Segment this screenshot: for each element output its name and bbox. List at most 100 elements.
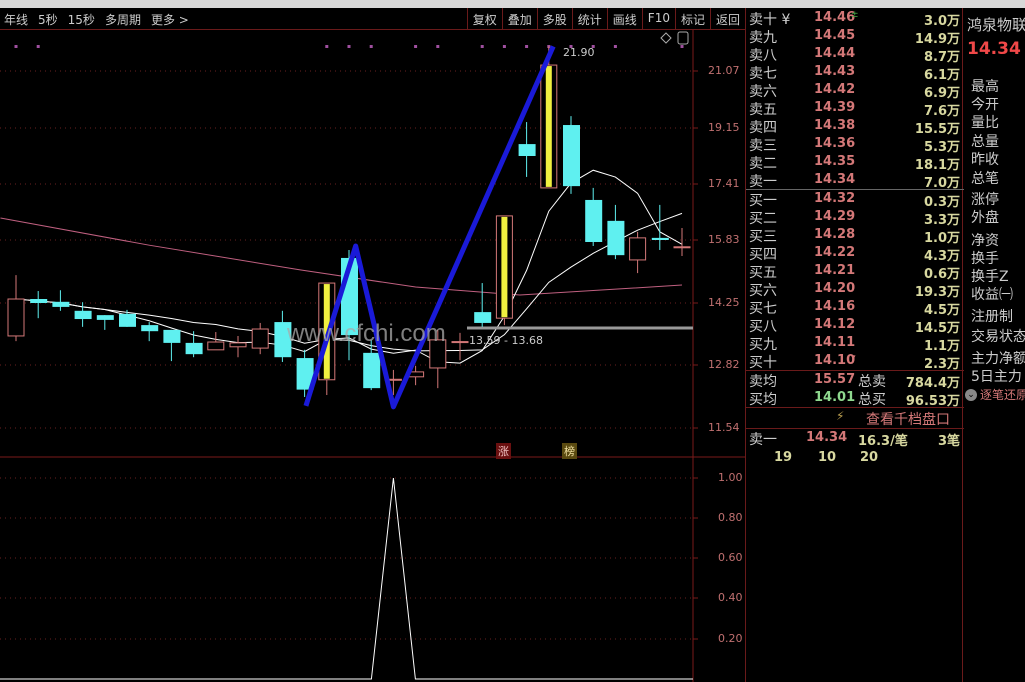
indicator-tick: 1.00 [718, 471, 743, 484]
tick-replay-label: 逐笔还原 [980, 388, 1025, 402]
divider [746, 407, 964, 408]
info-label: 交易状态 [971, 329, 1025, 345]
candle-body-down [74, 310, 92, 320]
candle-body-down [518, 144, 536, 156]
level-price: 14.46 [814, 10, 856, 25]
candle-body-down [141, 325, 159, 332]
level-price: 14.35 [814, 154, 856, 169]
sell-level[interactable]: 卖一 14.34 7.0万 [746, 171, 964, 191]
sell-level[interactable]: 卖九 14.45 14.9万 [746, 27, 964, 47]
level-price: 14.20 [814, 281, 856, 296]
candle-body-down [563, 125, 580, 187]
value: 10 [818, 450, 837, 465]
sell-level[interactable]: 卖六 14.42 6.9万 [746, 81, 964, 101]
depth-link[interactable]: ⚡ 查看千档盘口 [746, 409, 964, 428]
limit-up-fill [545, 66, 552, 187]
candle-body-down [163, 329, 181, 343]
value: 14.34 [806, 430, 848, 445]
info-label: 换手 [971, 251, 999, 267]
buy-level[interactable]: 买六 14.20 19.3万 [746, 280, 964, 300]
candle-body-down [96, 315, 114, 320]
level-label: 买六 [749, 283, 777, 299]
watermark: www.cfchi.com [287, 320, 446, 347]
tick-row: 卖一 14.34 16.3/笔 3笔 [746, 429, 964, 449]
sell-level[interactable]: 卖四 14.38 15.5万 [746, 117, 964, 137]
sell-level[interactable]: 卖八 14.44 8.7万 [746, 45, 964, 65]
level-label: 卖七 [749, 66, 777, 82]
level-price: 14.42 [814, 82, 856, 97]
sell-level[interactable]: 卖二 14.35 18.1万 [746, 153, 964, 173]
info-label: 注册制 [971, 309, 1013, 325]
candle-body-down [585, 199, 603, 242]
candle-body-up [629, 237, 647, 261]
triangle-down-icon: ▾ [851, 353, 856, 363]
level-label: 卖一 [749, 174, 777, 190]
info-label: 外盘 [971, 210, 999, 226]
candle-body-down [474, 312, 492, 323]
chevron-down-icon: ⌄ [965, 388, 977, 401]
marker-dot [14, 45, 18, 48]
level-price: 14.12 [814, 317, 856, 332]
candle-body-up [451, 341, 469, 344]
marker-dot [436, 45, 440, 48]
limit-up-tag[interactable]: 涨 [496, 443, 511, 459]
buy-level[interactable]: 买十 14.10 2.3万 ▾ [746, 352, 964, 372]
level-label: 买五 [749, 265, 777, 281]
buy-level[interactable]: 买一 14.32 0.3万 [746, 190, 964, 210]
marker-dot [36, 45, 40, 48]
level-label: 卖八 [749, 48, 777, 64]
sell-level[interactable]: 卖五 14.39 7.6万 [746, 99, 964, 119]
info-label: 主力净额 [971, 351, 1025, 367]
level-label: 买四 [749, 247, 777, 263]
info-label: 量比 [971, 115, 999, 131]
tick-lots-row: 19 10 20 [746, 449, 964, 467]
tick-replay-button[interactable]: ⌄ 逐笔还原 [965, 386, 1025, 403]
buy-level[interactable]: 买七 14.16 4.5万 [746, 298, 964, 318]
candle-body-down [119, 313, 136, 327]
level-label: 卖二 [749, 156, 777, 172]
indicator-tick: 0.20 [718, 632, 743, 645]
value: 16.3/笔 [858, 434, 908, 449]
level-price: 14.22 [814, 245, 856, 260]
buy-level[interactable]: 买八 14.12 14.5万 [746, 316, 964, 336]
candle-body-down [30, 299, 48, 303]
limit-up-fill [501, 216, 508, 318]
info-label: 今开 [971, 97, 999, 113]
buy-level[interactable]: 买九 14.11 1.1万 [746, 334, 964, 354]
marker-dot [369, 45, 373, 48]
buy-average-row: 买均 14.01 总买 96.53万 [746, 389, 964, 409]
info-label: 涨停 [971, 192, 999, 208]
candle-body-down [607, 220, 625, 256]
level-label: 卖四 [749, 120, 777, 136]
marker-dot [613, 45, 617, 48]
indicator-tick: 0.40 [718, 591, 743, 604]
buy-level[interactable]: 买四 14.22 4.3万 [746, 244, 964, 264]
candle-body-down [52, 301, 70, 307]
candle-body-up [229, 342, 247, 348]
ranking-tag[interactable]: 榜 [562, 443, 577, 459]
label: 总卖 [858, 374, 886, 390]
level-price: 14.32 [814, 191, 856, 206]
sell-level[interactable]: 卖七 14.43 6.1万 [746, 63, 964, 83]
level-label: 买九 [749, 337, 777, 353]
sell-level[interactable]: 卖十 ¥14.46 3.0万 ± [746, 9, 964, 29]
depth-link-label: 查看千档盘口 [866, 412, 950, 428]
buy-level[interactable]: 买五 14.21 0.6万 [746, 262, 964, 282]
level-price: 14.29 [814, 209, 856, 224]
level-price: 14.43 [814, 64, 856, 79]
info-label: 收益㈠ [971, 287, 1013, 303]
level-label: 买三 [749, 229, 777, 245]
indicator-tick: 0.60 [718, 551, 743, 564]
sell-level[interactable]: 卖三 14.36 5.3万 [746, 135, 964, 155]
buy-level[interactable]: 买二 14.29 3.3万 [746, 208, 964, 228]
candle-body-down [363, 352, 381, 389]
stock-price: 14.34 [967, 39, 1021, 59]
lightning-icon: ⚡ [836, 409, 845, 423]
level-price: 14.45 [814, 28, 856, 43]
buy-level[interactable]: 买三 14.28 1.0万 [746, 226, 964, 246]
level-label: 买七 [749, 301, 777, 317]
value: 20 [860, 450, 879, 465]
label: 总买 [858, 392, 886, 408]
label: 买均 [749, 392, 777, 408]
indicator-tick: 0.80 [718, 511, 743, 524]
